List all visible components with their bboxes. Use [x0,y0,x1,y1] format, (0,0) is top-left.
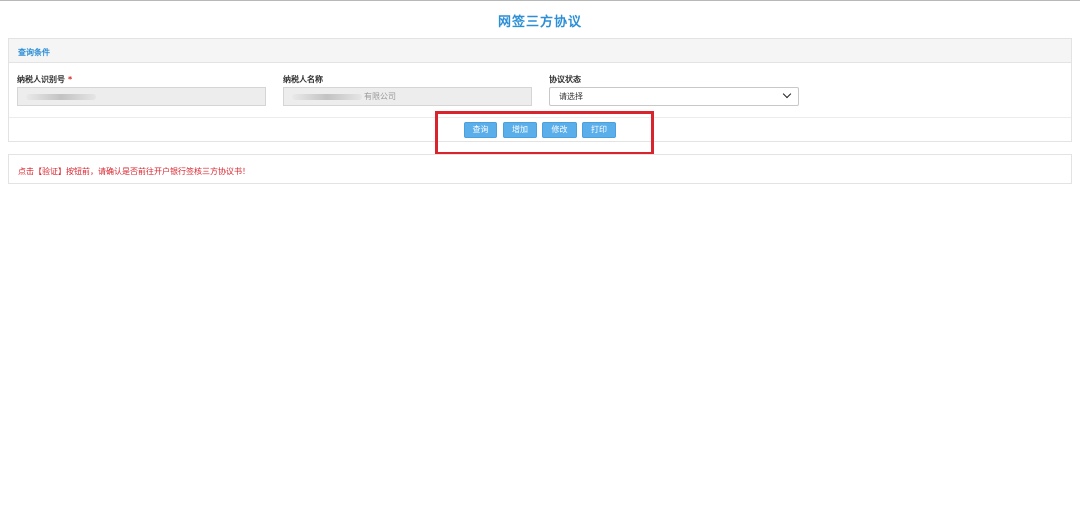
agreement-status-label: 协议状态 [549,74,581,85]
agreement-status-label-text: 协议状态 [549,75,581,84]
chevron-down-icon [782,89,792,99]
agreement-status-select[interactable]: 请选择 [549,87,799,106]
top-border-line [0,0,1080,1]
taxpayer-name-label: 纳税人名称 [283,74,323,85]
query-panel-header: 查询条件 [9,39,1071,63]
redacted-value [292,93,362,100]
annotation-highlight-box [435,111,654,155]
notice-text: 点击【验证】按钮前，请确认是否前往开户银行签核三方协议书！ [18,167,250,176]
taxpayer-name-input[interactable]: 有限公司 [283,87,532,106]
taxpayer-name-label-text: 纳税人名称 [283,75,323,84]
notice-panel: 点击【验证】按钮前，请确认是否前往开户银行签核三方协议书！ [8,154,1072,184]
page-title: 网签三方协议 [497,15,582,30]
taxpayer-id-label-text: 纳税人识别号 [17,75,65,84]
taxpayer-id-input[interactable] [17,87,266,106]
redacted-value [26,93,96,100]
taxpayer-id-label: 纳税人识别号 * [17,74,72,85]
query-panel-title: 查询条件 [18,48,50,57]
taxpayer-name-value: 有限公司 [364,92,396,101]
required-mark: * [68,75,73,84]
agreement-status-selected: 请选择 [559,92,583,101]
